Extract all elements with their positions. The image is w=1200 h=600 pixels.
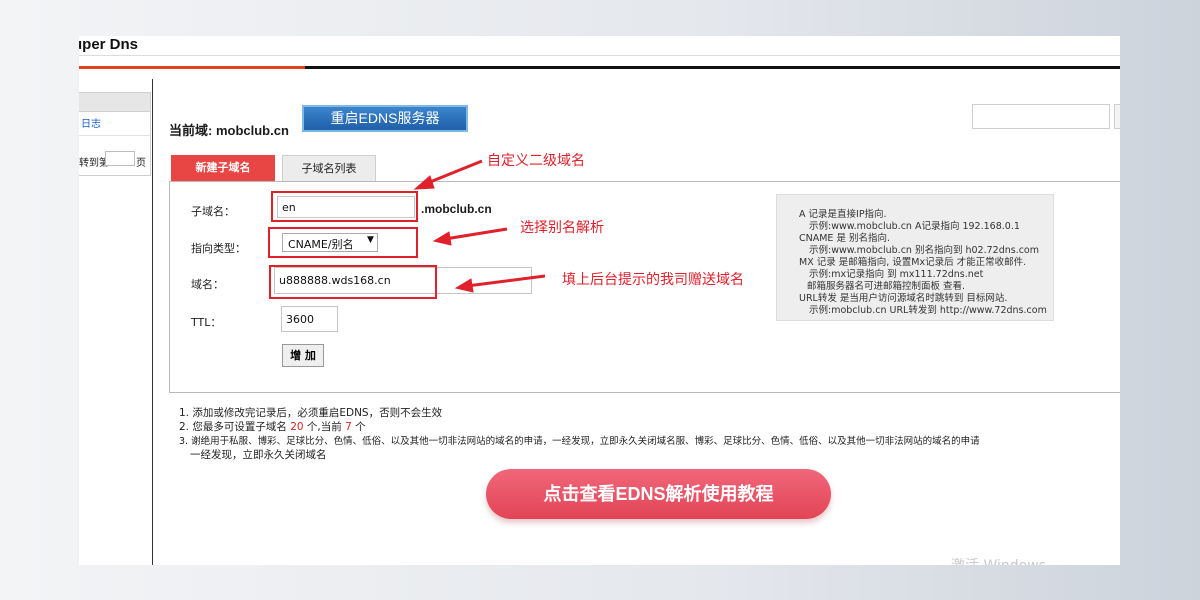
record-type-help-box: A 记录是直接IP指向. 示例:www.mobclub.cn A记录指向 192… xyxy=(776,194,1054,321)
windows-activation-watermark: 激活 Windows xyxy=(951,555,1046,565)
view-tutorial-button[interactable]: 点击查看EDNS解析使用教程 xyxy=(486,469,831,519)
note-3: 3. 谢绝用于私服、博彩、足球比分、色情、低俗、以及其他一切非法网站的域名的申请… xyxy=(179,436,980,447)
note-2-suffix: 个 xyxy=(351,421,366,433)
arrow-subdomain xyxy=(424,159,483,186)
help-line: 示例:mobclub.cn URL转发到 http://www.72dns.co… xyxy=(809,305,1047,316)
annotation-target: 填上后台提示的我司赠送域名 xyxy=(562,272,744,288)
arrow-type-head xyxy=(432,231,452,246)
note-1: 1. 添加或修改完记录后，必须重启EDNS，否则不会生效 xyxy=(179,407,443,419)
arrow-subdomain-head xyxy=(413,175,435,190)
note-3-continued: 一经发现，立即永久关闭域名 xyxy=(190,449,327,461)
note-2: 2. 您最多可设置子域名 20 个,当前 7 个 xyxy=(179,419,366,434)
annotation-subdomain: 自定义二级域名 xyxy=(487,153,585,169)
note-2-current: 7 xyxy=(345,421,352,433)
arrow-type xyxy=(444,227,508,241)
note-2-max: 20 xyxy=(290,421,304,433)
annotation-type: 选择别名解析 xyxy=(520,220,604,236)
screenshot-canvas: uper Dns 日志 转到第 页 当前域: mobclub.cn 重启EDNS… xyxy=(79,36,1120,565)
arrow-target-head xyxy=(454,278,474,293)
arrow-target xyxy=(466,274,546,288)
note-2-prefix: 2. 您最多可设置子域名 xyxy=(179,421,291,433)
note-2-middle: 个,当前 xyxy=(303,421,346,433)
